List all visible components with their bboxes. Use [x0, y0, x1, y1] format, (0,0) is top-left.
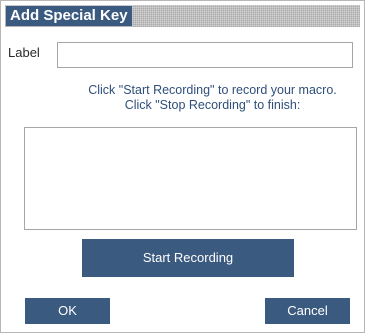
dialog-title-bar[interactable]: Add Special Key: [5, 5, 360, 27]
cancel-button[interactable]: Cancel: [265, 298, 350, 324]
dialog-title: Add Special Key: [6, 6, 132, 26]
recording-instructions: Click "Start Recording" to record your m…: [1, 83, 364, 113]
add-special-key-dialog: Add Special Key Label Click "Start Recor…: [0, 0, 365, 333]
instruction-line-1: Click "Start Recording" to record your m…: [88, 83, 337, 97]
macro-recording-area[interactable]: [24, 127, 357, 230]
label-input[interactable]: [57, 42, 353, 68]
ok-button[interactable]: OK: [25, 298, 110, 324]
label-field-label: Label: [8, 45, 40, 60]
start-recording-button[interactable]: Start Recording: [82, 239, 294, 277]
instruction-line-2: Click "Stop Recording" to finish:: [124, 98, 301, 112]
